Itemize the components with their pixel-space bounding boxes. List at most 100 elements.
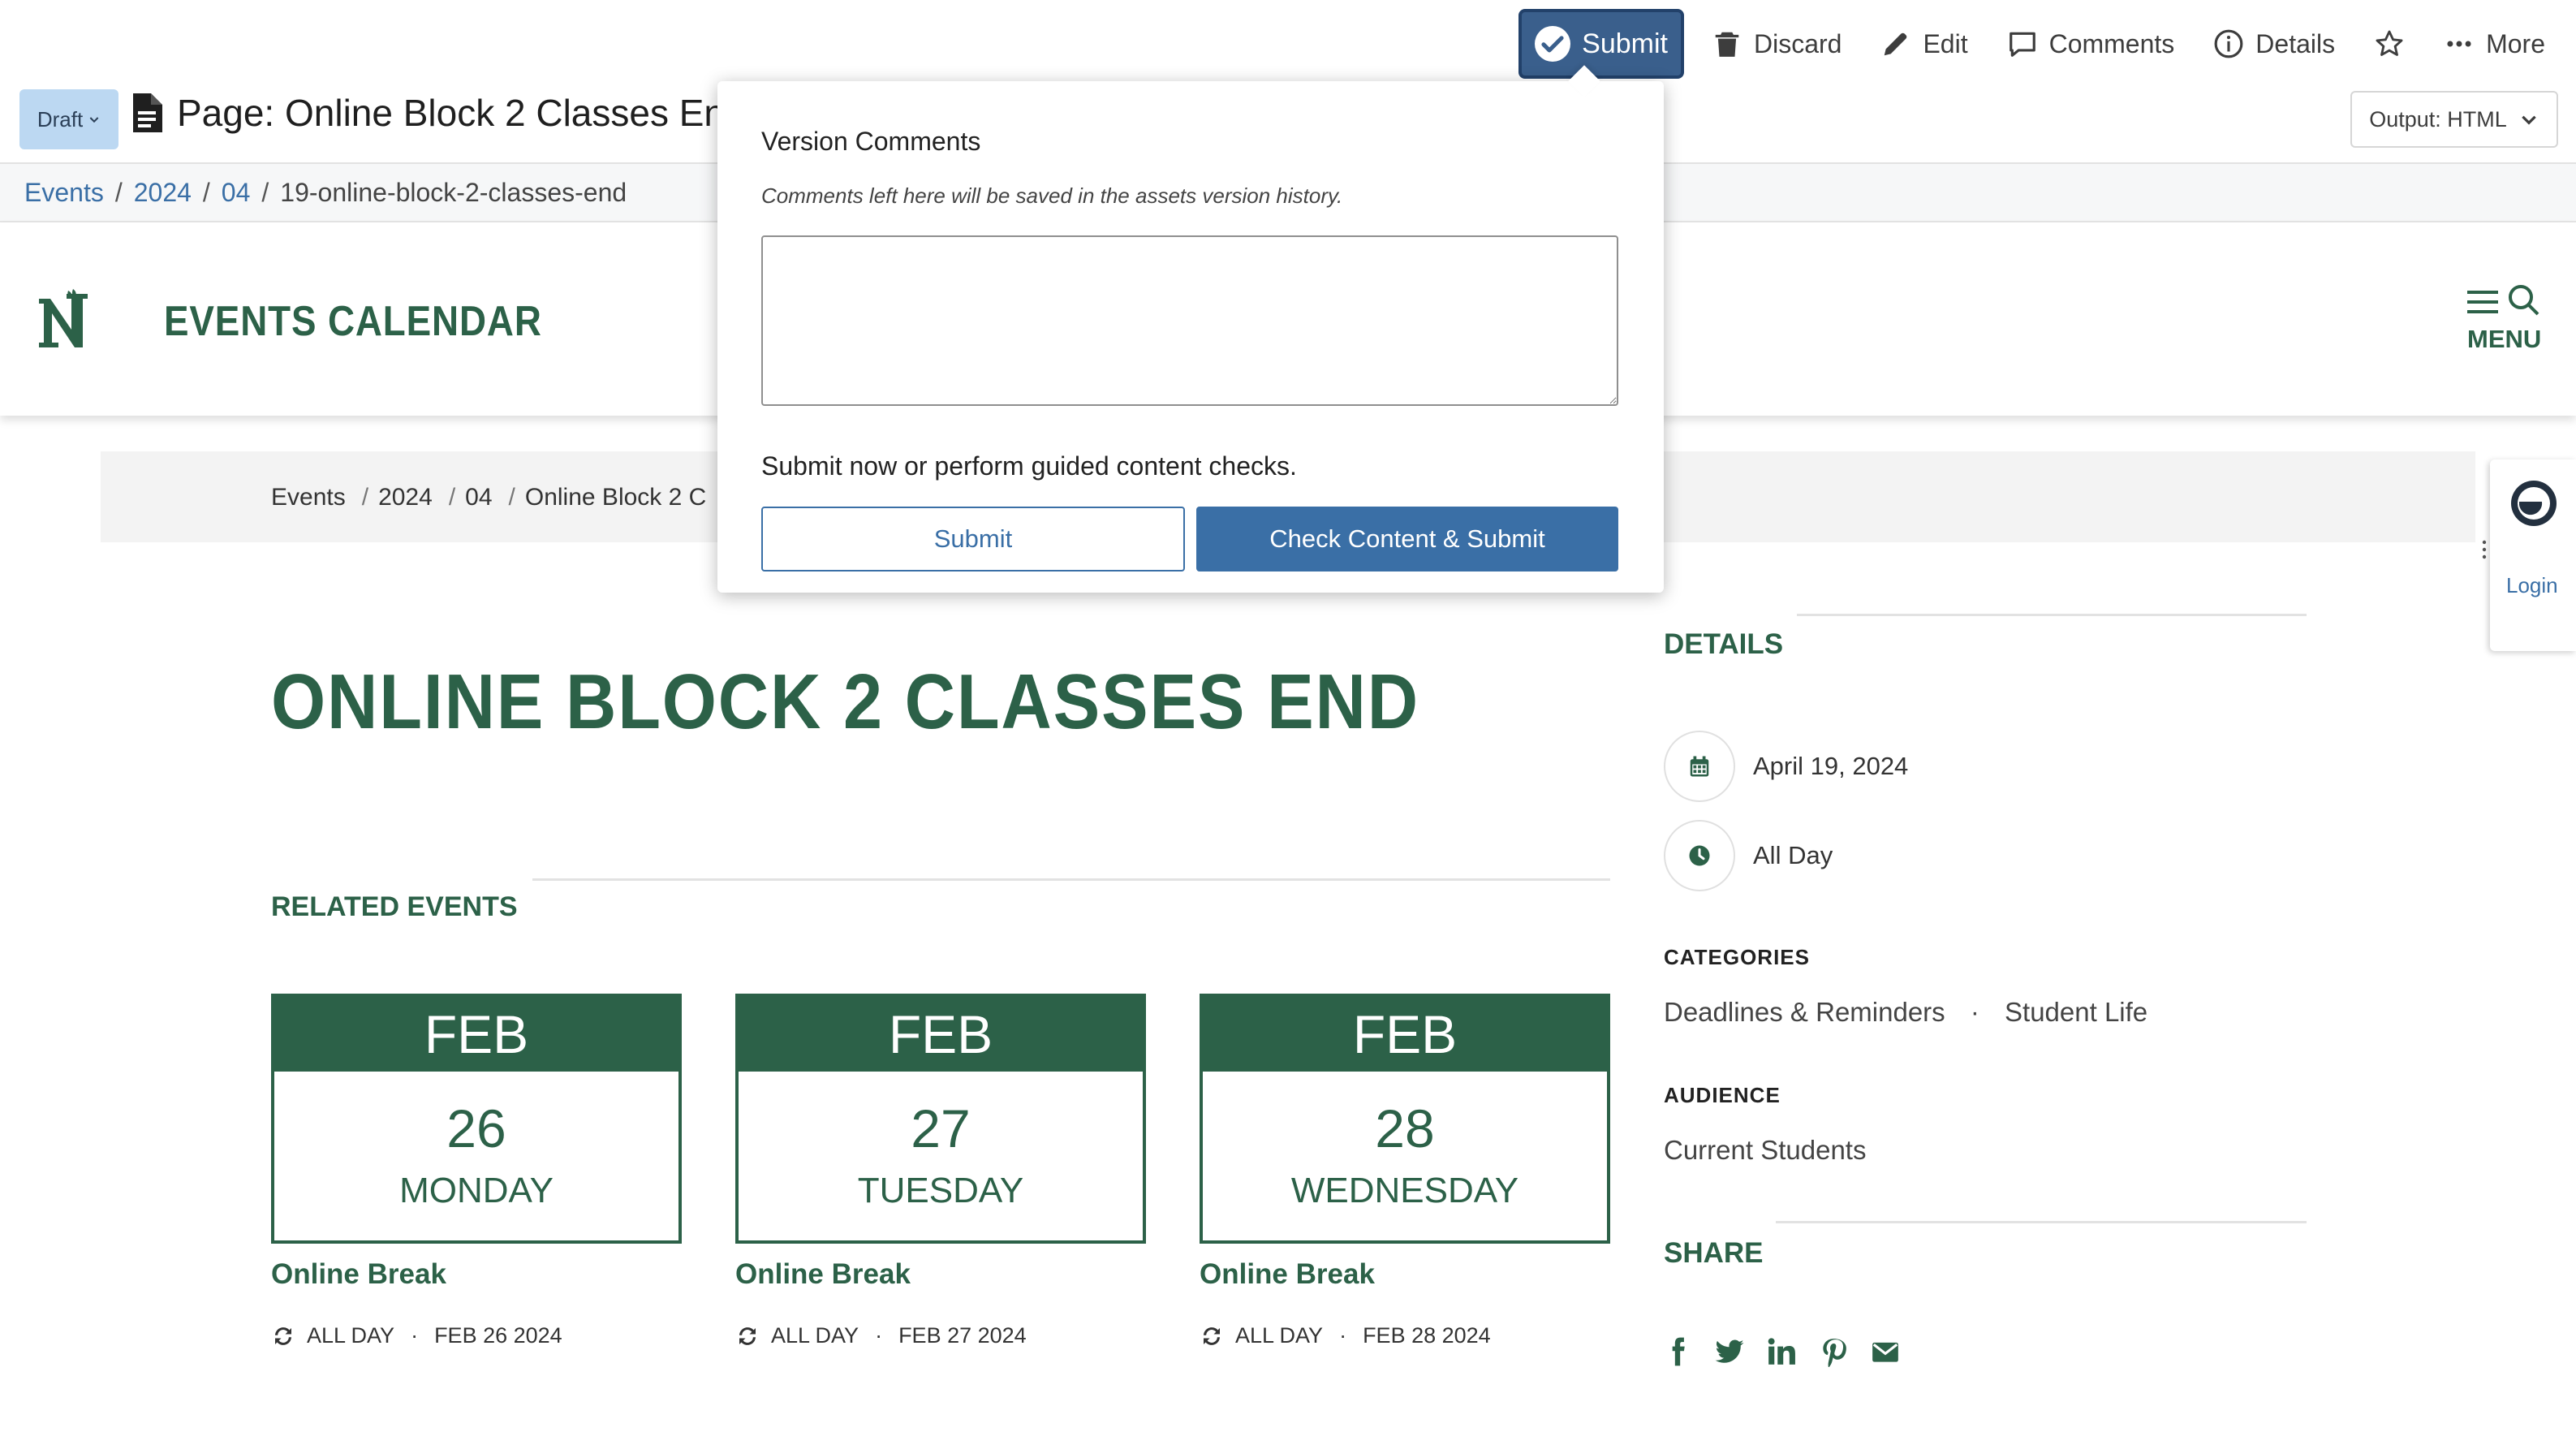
related-event-card[interactable]: FEB 26 MONDAY Online Break ALL DAY · FEB… xyxy=(271,994,682,1348)
edit-label: Edit xyxy=(1923,28,1968,58)
related-event-card[interactable]: FEB 28 WEDNESDAY Online Break ALL DAY · … xyxy=(1200,994,1610,1348)
output-label: Output: HTML xyxy=(2369,106,2507,132)
version-comments-popover: Version Comments Comments left here will… xyxy=(717,65,1664,593)
draft-status-button[interactable]: Draft xyxy=(19,89,118,149)
drag-handle-icon[interactable] xyxy=(2482,539,2487,560)
more-button[interactable]: More xyxy=(2444,28,2545,59)
comments-label: Comments xyxy=(2048,28,2175,58)
popover-hint: Comments left here will be saved in the … xyxy=(761,183,1343,208)
category-link[interactable]: Student Life xyxy=(2005,997,2147,1027)
cms-breadcrumb-link[interactable]: 04 xyxy=(222,178,251,208)
divider xyxy=(1776,1221,2307,1223)
chevron-down-icon xyxy=(2522,115,2536,125)
meta-separator: · xyxy=(1339,1323,1347,1348)
pencil-icon xyxy=(1885,32,1907,56)
detail-time-text: All Day xyxy=(1753,841,1833,869)
site-name[interactable]: EVENTS CALENDAR xyxy=(164,297,542,346)
pinterest-icon[interactable] xyxy=(1818,1336,1849,1367)
page-breadcrumb-link[interactable]: 2024 xyxy=(378,484,433,511)
toolbar-actions: Submit Discard Edit Comments Details Mor… xyxy=(1518,8,2576,80)
email-icon[interactable] xyxy=(1870,1336,1901,1367)
card-month: FEB xyxy=(739,997,1143,1072)
repeat-icon xyxy=(275,1326,291,1345)
card-meta: ALL DAY · FEB 28 2024 xyxy=(1200,1323,1610,1348)
edit-button[interactable]: Edit xyxy=(1880,28,1968,59)
related-event-card[interactable]: FEB 27 TUESDAY Online Break ALL DAY · FE… xyxy=(735,994,1146,1348)
repeat-icon xyxy=(739,1326,756,1345)
detail-time: All Day xyxy=(1664,820,1833,891)
version-comment-input[interactable] xyxy=(761,235,1618,406)
discard-button[interactable]: Discard xyxy=(1712,28,1842,59)
page-breadcrumb-link[interactable]: Events xyxy=(271,484,346,511)
info-icon xyxy=(2214,29,2243,58)
card-weekday: MONDAY xyxy=(399,1171,554,1210)
breadcrumb-separator: / xyxy=(361,484,369,511)
breadcrumb-separator: / xyxy=(114,177,123,207)
share-links xyxy=(1662,1336,1901,1367)
trash-icon xyxy=(1715,32,1739,57)
card-day: 26 xyxy=(446,1098,506,1158)
audience-heading: AUDIENCE xyxy=(1664,1083,1781,1107)
breadcrumb-separator: / xyxy=(508,484,515,511)
meta-separator: · xyxy=(411,1323,419,1348)
popover-question: Submit now or perform guided content che… xyxy=(761,451,1297,481)
comments-button[interactable]: Comments xyxy=(2007,28,2175,59)
site-logo[interactable] xyxy=(36,287,93,352)
card-time: ALL DAY xyxy=(1235,1323,1324,1348)
favorite-button[interactable] xyxy=(2374,28,2405,59)
cms-breadcrumb-link[interactable]: 2024 xyxy=(134,178,192,208)
check-circle-icon xyxy=(1535,26,1571,62)
page-title-text: Page: Online Block 2 Classes End xyxy=(177,92,746,134)
widget-logo-icon xyxy=(2511,481,2557,526)
calendar-icon xyxy=(1664,731,1735,802)
page-breadcrumb: Events / 2024 / 04 / Online Block 2 C xyxy=(271,484,706,511)
card-time: ALL DAY xyxy=(771,1323,859,1348)
menu-button[interactable]: MENU xyxy=(2464,283,2548,356)
login-link[interactable]: Login xyxy=(2506,573,2558,598)
share-heading: SHARE xyxy=(1664,1237,1764,1269)
card-date: FEB 27 2024 xyxy=(898,1323,1027,1348)
twitter-icon[interactable] xyxy=(1714,1336,1745,1367)
login-widget[interactable]: Login xyxy=(2490,459,2576,651)
card-month: FEB xyxy=(1203,997,1607,1072)
page-breadcrumb-link[interactable]: 04 xyxy=(465,484,492,511)
cms-breadcrumb-current: 19-online-block-2-classes-end xyxy=(280,177,627,207)
meta-separator: · xyxy=(875,1323,883,1348)
page-title: Page: Online Block 2 Classes End xyxy=(130,91,746,135)
card-day: 27 xyxy=(911,1098,971,1158)
page-breadcrumb-current: Online Block 2 C xyxy=(524,484,707,511)
card-event-name[interactable]: Online Break xyxy=(735,1258,1146,1291)
card-event-name[interactable]: Online Break xyxy=(271,1258,682,1291)
date-block[interactable]: FEB 28 WEDNESDAY xyxy=(1200,994,1610,1244)
star-icon xyxy=(2376,30,2403,56)
card-time: ALL DAY xyxy=(307,1323,395,1348)
discard-label: Discard xyxy=(1753,28,1842,58)
clock-icon xyxy=(1664,820,1735,891)
check-content-submit-button[interactable]: Check Content & Submit xyxy=(1196,507,1618,572)
output-select[interactable]: Output: HTML xyxy=(2350,91,2558,148)
category-link[interactable]: Deadlines & Reminders xyxy=(1664,997,1945,1027)
details-heading: DETAILS xyxy=(1664,628,1784,660)
date-block[interactable]: FEB 26 MONDAY xyxy=(271,994,682,1244)
facebook-icon[interactable] xyxy=(1662,1336,1693,1367)
breadcrumb-separator: / xyxy=(261,177,269,207)
audience-value[interactable]: Current Students xyxy=(1664,1135,1866,1166)
cms-breadcrumb-link[interactable]: Events xyxy=(24,178,104,208)
details-button[interactable]: Details xyxy=(2213,28,2335,59)
submit-button[interactable]: Submit xyxy=(1518,9,1684,79)
card-month: FEB xyxy=(274,997,678,1072)
date-block[interactable]: FEB 27 TUESDAY xyxy=(735,994,1146,1244)
card-event-name[interactable]: Online Break xyxy=(1200,1258,1610,1291)
linkedin-icon[interactable] xyxy=(1766,1336,1797,1367)
chevron-down-icon xyxy=(89,117,99,123)
card-weekday: TUESDAY xyxy=(857,1171,1024,1210)
card-date: FEB 26 2024 xyxy=(434,1323,562,1348)
comment-icon xyxy=(2009,32,2035,57)
divider xyxy=(1797,614,2307,616)
card-meta: ALL DAY · FEB 27 2024 xyxy=(735,1323,1146,1348)
detail-date: April 19, 2024 xyxy=(1664,731,1908,802)
details-label: Details xyxy=(2255,28,2336,58)
submit-now-button[interactable]: Submit xyxy=(761,507,1185,572)
breadcrumb-separator: / xyxy=(202,177,210,207)
divider xyxy=(532,878,1610,881)
